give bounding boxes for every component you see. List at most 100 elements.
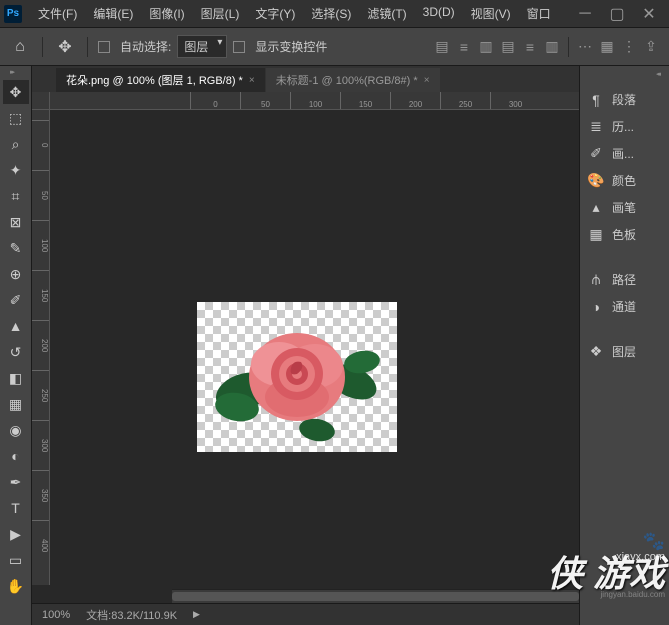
magic-wand-tool[interactable]: ✦ (3, 158, 29, 182)
healing-tool[interactable]: ⊕ (3, 262, 29, 286)
ruler-tick: 100 (32, 220, 49, 270)
menu-window[interactable]: 窗口 (519, 1, 559, 26)
close-icon[interactable]: × (249, 75, 255, 86)
align-middle-icon[interactable]: ≡ (520, 37, 540, 57)
status-chevron-icon[interactable]: ▶ (193, 609, 200, 620)
zoom-level[interactable]: 100% (42, 609, 70, 621)
menu-edit[interactable]: 编辑(E) (85, 1, 141, 26)
ruler-tick: 300 (490, 92, 540, 109)
scrollbar-horizontal[interactable] (172, 589, 579, 603)
panel-swatches[interactable]: ▦色板 (580, 221, 669, 248)
document-tabs: 花朵.png @ 100% (图层 1, RGB/8) * × 未标题-1 @ … (32, 66, 579, 92)
document-size: 文档:83.2K/110.9K (86, 607, 177, 623)
ruler-tick: 50 (32, 170, 49, 220)
panel-color[interactable]: 🎨 颜色 (580, 167, 669, 194)
watermark-sub: jingyan.baidu.com (601, 590, 665, 599)
stamp-tool[interactable]: ▲ (3, 314, 29, 338)
home-icon[interactable]: ⌂ (8, 35, 32, 59)
document-area: 花朵.png @ 100% (图层 1, RGB/8) * × 未标题-1 @ … (32, 66, 579, 625)
panel-layers[interactable]: ❖图层 (580, 338, 669, 365)
ruler-tick: 250 (440, 92, 490, 109)
alignment-controls: ▤ ≡ ▥ ▤ ≡ ▥ ⋯ ▦ ⋮ ⇪ (432, 37, 661, 57)
menu-3d[interactable]: 3D(D) (415, 1, 463, 26)
tab-label: 未标题-1 @ 100%(RGB/8#) * (276, 72, 418, 88)
menu-file[interactable]: 文件(F) (30, 1, 85, 26)
history-brush-tool[interactable]: ↺ (3, 340, 29, 364)
ruler-vertical: 0 50 100 150 200 250 300 350 400 (32, 110, 50, 585)
document-tab-2[interactable]: 未标题-1 @ 100%(RGB/8#) * × (266, 68, 440, 92)
align-bottom-icon[interactable]: ▥ (542, 37, 562, 57)
main-menu: 文件(F) 编辑(E) 图像(I) 图层(L) 文字(Y) 选择(S) 滤镜(T… (30, 1, 559, 26)
brush-tool[interactable]: ✐ (3, 288, 29, 312)
ruler-tick: 250 (32, 370, 49, 420)
move-tool-icon[interactable]: ✥ (53, 35, 77, 59)
app-logo: Ps (4, 5, 22, 23)
auto-select-checkbox[interactable] (98, 41, 110, 53)
menu-layer[interactable]: 图层(L) (193, 1, 248, 26)
menu-image[interactable]: 图像(I) (141, 1, 192, 26)
menu-view[interactable]: 视图(V) (463, 1, 519, 26)
maximize-button[interactable]: ▢ (601, 4, 633, 24)
panel-gap (580, 248, 669, 266)
panel-paragraph[interactable]: ¶段落 (580, 86, 669, 113)
divider (568, 37, 569, 57)
swatch-icon: ▦ (588, 227, 604, 243)
dodge-tool[interactable]: ◐ (3, 444, 29, 468)
align-right-icon[interactable]: ▥ (476, 37, 496, 57)
marquee-tool[interactable]: ⬚ (3, 106, 29, 130)
panel-label: 段落 (612, 91, 636, 108)
hand-tool[interactable]: ✋ (3, 574, 29, 598)
frame-tool[interactable]: ⊠ (3, 210, 29, 234)
ruler-tick: 0 (190, 92, 240, 109)
eraser-tool[interactable]: ◧ (3, 366, 29, 390)
align-center-icon[interactable]: ≡ (454, 37, 474, 57)
3d-icon[interactable]: ▦ (597, 37, 617, 57)
document-tab-1[interactable]: 花朵.png @ 100% (图层 1, RGB/8) * × (56, 68, 265, 92)
color-icon: 🎨 (588, 173, 604, 189)
panel-channels[interactable]: ◑通道 (580, 293, 669, 320)
blur-tool[interactable]: ◉ (3, 418, 29, 442)
window-controls: ─ ▢ ✕ (569, 4, 665, 24)
canvas-viewport[interactable]: 0 50 100 150 200 250 300 0 50 100 150 20… (32, 92, 579, 603)
align-top-icon[interactable]: ▤ (498, 37, 518, 57)
ruler-tick: 200 (32, 320, 49, 370)
path-select-tool[interactable]: ▶ (3, 522, 29, 546)
pen-tool[interactable]: ✒ (3, 470, 29, 494)
close-button[interactable]: ✕ (633, 4, 665, 24)
distribute-icon[interactable]: ⋯ (575, 37, 595, 57)
more-icon[interactable]: ⋮ (619, 37, 639, 57)
ruler-tick: 0 (32, 120, 49, 170)
align-left-icon[interactable]: ▤ (432, 37, 452, 57)
ruler-tick: 200 (390, 92, 440, 109)
panel-history[interactable]: ≣历... (580, 113, 669, 140)
menu-select[interactable]: 选择(S) (303, 1, 359, 26)
panel-label: 画笔 (612, 199, 636, 216)
canvas[interactable] (197, 302, 397, 452)
panel-label: 路径 (612, 271, 636, 288)
ruler-tick: 150 (32, 270, 49, 320)
panel-brushes[interactable]: ▴画笔 (580, 194, 669, 221)
channel-icon: ◑ (588, 299, 604, 315)
minimize-button[interactable]: ─ (569, 4, 601, 24)
close-icon[interactable]: × (424, 75, 430, 86)
type-tool[interactable]: T (3, 496, 29, 520)
crop-tool[interactable]: ⌗ (3, 184, 29, 208)
panel-label: 颜色 (612, 172, 636, 189)
share-icon[interactable]: ⇪ (641, 37, 661, 57)
panel-brush-presets[interactable]: ✐画... (580, 140, 669, 167)
gradient-tool[interactable]: ▦ (3, 392, 29, 416)
lasso-tool[interactable]: ⌕ (3, 132, 29, 156)
panel-gap (580, 320, 669, 338)
path-icon: ⫛ (588, 272, 604, 288)
titlebar: Ps 文件(F) 编辑(E) 图像(I) 图层(L) 文字(Y) 选择(S) 滤… (0, 0, 669, 28)
divider (87, 37, 88, 57)
eyedropper-tool[interactable]: ✎ (3, 236, 29, 260)
panel-paths[interactable]: ⫛ 路径 (580, 266, 669, 293)
ruler-tick: 350 (32, 470, 49, 520)
show-transform-checkbox[interactable] (233, 41, 245, 53)
shape-tool[interactable]: ▭ (3, 548, 29, 572)
menu-type[interactable]: 文字(Y) (247, 1, 303, 26)
menu-filter[interactable]: 滤镜(T) (359, 1, 414, 26)
auto-select-dropdown[interactable]: 图层 (177, 35, 227, 58)
move-tool[interactable]: ✥ (3, 80, 29, 104)
